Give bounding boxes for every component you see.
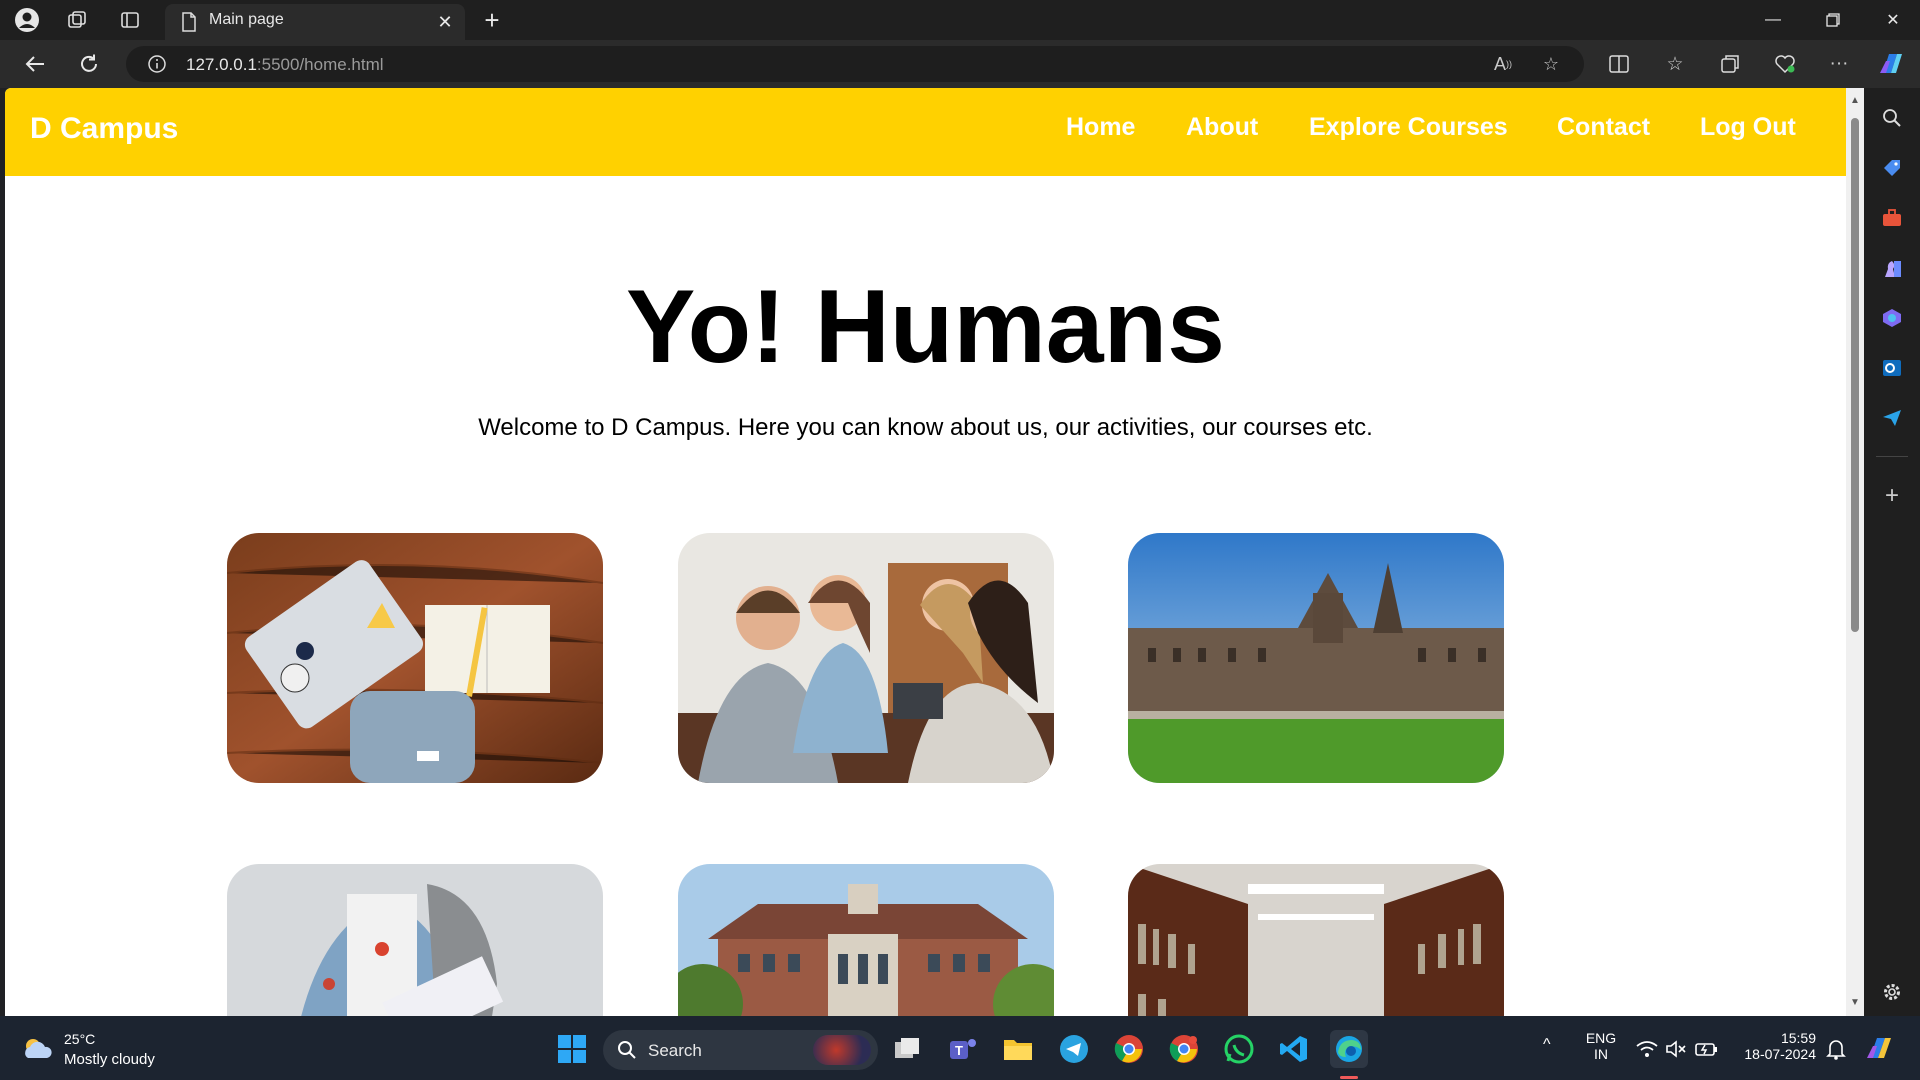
gallery-image-university: [1128, 533, 1504, 783]
copilot-taskbar-icon[interactable]: [1864, 1034, 1896, 1067]
search-icon: [617, 1040, 637, 1065]
favorite-star-icon[interactable]: ☆: [1538, 52, 1564, 76]
clock-time: 15:59: [1780, 1030, 1816, 1046]
nav-link-log-out[interactable]: Log Out: [1700, 113, 1796, 142]
brand-logo[interactable]: D Campus: [30, 112, 178, 146]
shopping-tag-icon[interactable]: [1878, 154, 1906, 182]
nav-link-explore-courses[interactable]: Explore Courses: [1309, 113, 1508, 142]
telegram-icon[interactable]: [1055, 1030, 1093, 1068]
close-tab-icon[interactable]: ✕: [433, 10, 457, 34]
wifi-icon[interactable]: [1636, 1040, 1658, 1063]
address-toolbar: 127.0.0.1:5500/home.html A)) ☆ ☆ ···: [0, 40, 1920, 88]
copilot-icon[interactable]: [1876, 50, 1906, 78]
windows-taskbar: 25°C Mostly cloudy Search T ^ ENG IN 15:…: [0, 1016, 1920, 1080]
edge-icon[interactable]: [1330, 1030, 1368, 1068]
show-hidden-icons-icon[interactable]: ^: [1543, 1036, 1551, 1054]
hero-title: Yo! Humans: [625, 269, 1225, 385]
url-text[interactable]: 127.0.0.1:5500/home.html: [186, 55, 384, 75]
chrome-icon[interactable]: [1110, 1030, 1148, 1068]
address-bar[interactable]: 127.0.0.1:5500/home.html A)) ☆: [126, 46, 1584, 82]
url-host: 127.0.0.1: [186, 55, 257, 74]
tab-main-page[interactable]: Main page ✕: [165, 4, 465, 40]
browser-title-bar: Main page ✕ + — ✕: [0, 0, 1920, 40]
edge-sidebar: +: [1864, 88, 1920, 1016]
weather-description[interactable]: Mostly cloudy: [64, 1051, 155, 1068]
page-scrollbar[interactable]: ▲ ▼: [1846, 88, 1864, 1016]
start-windows-icon[interactable]: [553, 1030, 591, 1068]
nav-link-home[interactable]: Home: [1066, 113, 1135, 142]
sidebar-divider: [1876, 456, 1908, 457]
profile-avatar-icon[interactable]: [13, 6, 41, 34]
close-window-button[interactable]: ✕: [1866, 0, 1920, 40]
vscode-icon[interactable]: [1275, 1030, 1313, 1068]
weather-cloud-icon[interactable]: [20, 1034, 54, 1067]
send-paper-plane-icon[interactable]: [1878, 404, 1906, 432]
nav-link-contact[interactable]: Contact: [1557, 113, 1650, 142]
gallery-image-students: [678, 533, 1054, 783]
add-sidebar-app-icon[interactable]: +: [1878, 482, 1906, 510]
refresh-button[interactable]: [72, 48, 106, 80]
collections-icon[interactable]: [1715, 50, 1745, 78]
tools-briefcase-icon[interactable]: [1878, 204, 1906, 232]
active-app-indicator: [1340, 1076, 1358, 1079]
teams-icon[interactable]: T: [944, 1030, 982, 1068]
file-explorer-icon[interactable]: [999, 1030, 1037, 1068]
sidebar-settings-gear-icon[interactable]: [1878, 978, 1906, 1006]
new-tab-button[interactable]: +: [478, 5, 506, 35]
scrollbar-thumb[interactable]: [1851, 118, 1859, 632]
gallery-image-desk: [227, 533, 603, 783]
url-path: :5500/home.html: [256, 55, 384, 74]
restore-button[interactable]: [1806, 0, 1860, 40]
outlook-icon[interactable]: [1878, 354, 1906, 382]
gallery-image-student-backpack: [227, 864, 603, 1016]
site-navbar: D Campus Home About Explore Courses Cont…: [5, 88, 1846, 176]
nav-link-about[interactable]: About: [1186, 113, 1258, 142]
whatsapp-icon[interactable]: [1220, 1030, 1258, 1068]
search-label: Search: [648, 1041, 702, 1060]
page-document-icon: [181, 12, 197, 37]
taskbar-search-box[interactable]: Search: [603, 1030, 878, 1070]
gallery-image-campus-building: [678, 864, 1054, 1016]
more-options-icon[interactable]: ···: [1824, 50, 1854, 78]
search-highlight-image: [813, 1035, 871, 1065]
notifications-bell-icon[interactable]: [1826, 1038, 1846, 1065]
games-chess-icon[interactable]: [1878, 254, 1906, 282]
tab-actions-icon[interactable]: [116, 6, 144, 34]
volume-muted-icon[interactable]: [1665, 1040, 1687, 1063]
hero-subtitle: Welcome to D Campus. Here you can know a…: [478, 414, 1373, 441]
clock-date: 18-07-2024: [1744, 1046, 1816, 1062]
weather-temperature[interactable]: 25°C: [64, 1031, 95, 1047]
site-info-icon[interactable]: [144, 52, 170, 76]
tab-title: Main page: [209, 11, 284, 28]
minimize-button[interactable]: —: [1746, 0, 1800, 40]
chrome-profile-icon[interactable]: [1165, 1030, 1203, 1068]
language-indicator[interactable]: ENG IN: [1584, 1030, 1618, 1062]
back-button[interactable]: [18, 48, 52, 80]
copilot-sidebar-icon[interactable]: [1878, 304, 1906, 332]
workspaces-icon[interactable]: [63, 6, 91, 34]
page-viewport: D Campus Home About Explore Courses Cont…: [5, 88, 1846, 1016]
browser-essentials-icon[interactable]: [1770, 50, 1800, 78]
scroll-up-arrow-icon[interactable]: ▲: [1849, 94, 1861, 106]
svg-text:T: T: [955, 1043, 963, 1058]
region-code: IN: [1594, 1046, 1608, 1062]
clock[interactable]: 15:59 18-07-2024: [1736, 1030, 1816, 1062]
battery-charging-icon[interactable]: [1695, 1040, 1719, 1063]
sidebar-search-icon[interactable]: [1878, 104, 1906, 132]
split-screen-icon[interactable]: [1604, 50, 1634, 78]
gallery-image-library: [1128, 864, 1504, 1016]
favorites-icon[interactable]: ☆: [1660, 50, 1690, 78]
scroll-down-arrow-icon[interactable]: ▼: [1849, 996, 1861, 1008]
language-code: ENG: [1585, 1030, 1617, 1046]
read-aloud-icon[interactable]: A)): [1490, 52, 1516, 76]
task-view-icon[interactable]: [889, 1030, 927, 1068]
